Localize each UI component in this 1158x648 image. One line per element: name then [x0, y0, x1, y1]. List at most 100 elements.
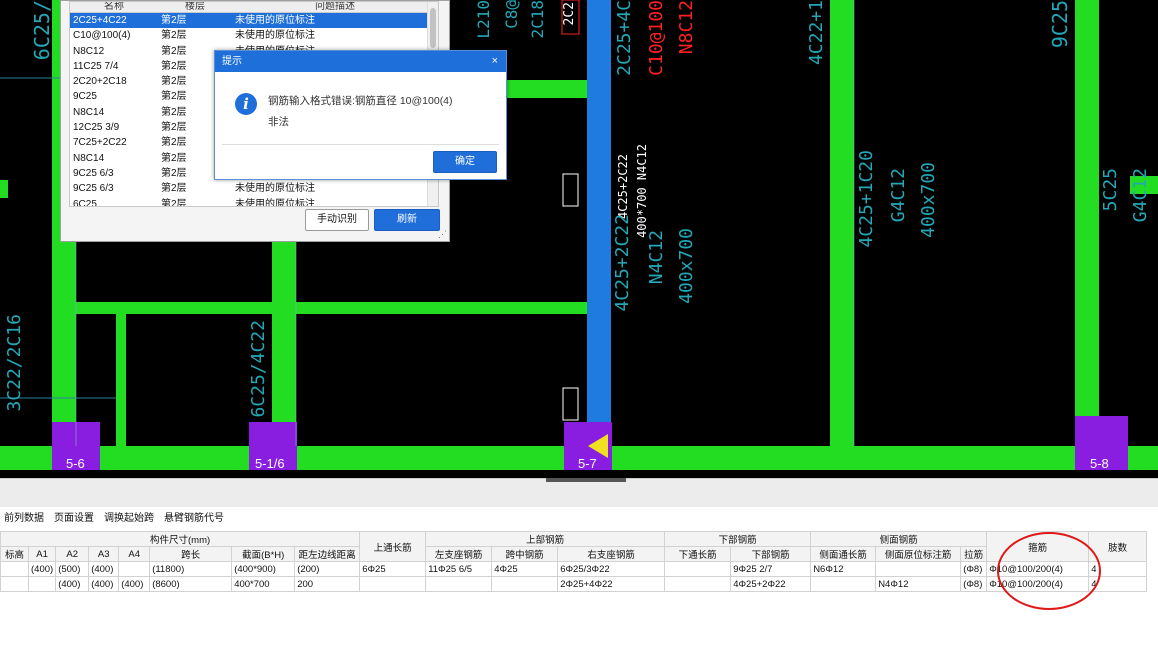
table-row[interactable]: (400) (400) (400) (8600) 400*700 200 2Φ25+4Φ22… [0, 576, 1148, 592]
list-item[interactable]: 6C25 第2层 未使用的原位标注 [70, 197, 438, 206]
list-item-name: N8C12 [73, 45, 105, 57]
beam-annotation: 2C2 [562, 2, 577, 26]
cell-side-through[interactable] [810, 576, 877, 592]
beam-annotation: 6C25/4C22 [248, 320, 269, 418]
beam-annotation: 4C22+1 [806, 0, 827, 66]
list-item[interactable]: 9C25 6/3 第2层 未使用的原位标注 [70, 181, 438, 196]
cell-bot-through[interactable] [664, 561, 732, 577]
list-header: 名称 楼层 问题描述 [70, 2, 438, 13]
ok-button[interactable]: 确定 [433, 151, 497, 173]
cell-elev[interactable] [0, 561, 29, 577]
cell-a4[interactable]: (400) [118, 576, 151, 592]
cell-section[interactable]: (400*900) [231, 561, 296, 577]
group-header-dims: 构件尺寸(mm) [0, 531, 361, 547]
cell-a1[interactable]: (400) [27, 561, 57, 577]
sub-header: 标高 [0, 546, 29, 562]
list-item-name: 9C25 6/3 [73, 167, 114, 179]
list-item-desc: 未使用的原位标注 [235, 15, 315, 26]
cell-top-through[interactable]: 6Φ25 [359, 561, 427, 577]
sub-header: 截面(B*H) [231, 546, 296, 562]
cell-a1[interactable] [27, 576, 57, 592]
cell-dist[interactable]: (200) [294, 561, 361, 577]
cell-side-through[interactable]: N6Φ12 [810, 561, 877, 577]
resize-grip-icon[interactable]: ⋰ [438, 229, 447, 240]
dialog-message-line: 钢筋输入格式错误:钢筋直径 10@100(4) [268, 95, 453, 107]
cell-section[interactable]: 400*700 [231, 576, 296, 592]
sub-header: 下通长筋 [664, 546, 732, 562]
cell-bot[interactable]: 4Φ25+2Φ22 [730, 576, 812, 592]
info-icon: i [235, 93, 257, 115]
beam-annotation: 5C25 [1100, 168, 1121, 212]
close-icon[interactable]: × [492, 51, 498, 72]
menu-item-column-data[interactable]: 前列数据 [4, 508, 44, 530]
group-header-side: 侧面钢筋 [810, 531, 988, 547]
cell-dist[interactable]: 200 [294, 576, 361, 592]
cell-a2[interactable]: (400) [55, 576, 90, 592]
beam-annotation: N8C12 [676, 0, 697, 55]
beam-annotation: 400x700 [676, 228, 697, 304]
list-item-name: 9C25 [73, 91, 97, 103]
cell-span[interactable]: (8600) [149, 576, 233, 592]
menu-item-page-setup[interactable]: 页面设置 [54, 508, 94, 530]
header-name: 名称 [104, 1, 124, 12]
cell-a3[interactable]: (400) [88, 576, 120, 592]
cell-a3[interactable]: (400) [88, 561, 120, 577]
list-item-name: C10@100(4) [73, 30, 131, 42]
cell-elev[interactable] [0, 576, 29, 592]
manual-identify-button[interactable]: 手动识别 [305, 209, 369, 231]
cell-span[interactable]: (11800) [149, 561, 233, 577]
list-item-name: 9C25 6/3 [73, 183, 114, 195]
cell-tie[interactable]: (Φ8) [960, 561, 988, 577]
cell-top-through[interactable] [359, 576, 427, 592]
dialog-message: 钢筋输入格式错误:钢筋直径 10@100(4) 非法 [268, 91, 453, 133]
sub-header: A4 [118, 546, 151, 562]
dialog-title-bar: 提示 × [215, 51, 506, 72]
red-highlight-circle [997, 532, 1101, 610]
beam-annotation: 2C18 [528, 0, 547, 39]
beam-annotation: 4C25+1C20 [856, 150, 877, 248]
list-item-floor: 第2层 [161, 183, 187, 195]
sub-header: 侧面原位标注筋 [875, 546, 962, 562]
beam-annotation: N4C12 [646, 230, 667, 285]
dialog-divider [222, 144, 499, 145]
cell-side-orig[interactable] [875, 561, 962, 577]
cell-left[interactable]: 11Φ25 6/5 [425, 561, 493, 577]
beam-annotation: G4C12 [888, 168, 909, 223]
cell-tie[interactable]: (Φ8) [960, 576, 988, 592]
beam-annotation: C8@ [502, 0, 521, 29]
list-item[interactable]: C10@100(4) 第2层 未使用的原位标注 [70, 28, 438, 43]
horizontal-scrollbar[interactable] [546, 478, 626, 482]
cell-bot-through[interactable] [664, 576, 732, 592]
sub-header: 距左边线距离 [294, 546, 361, 562]
dialog-title: 提示 [222, 56, 242, 67]
cell-bot[interactable]: 9Φ25 2/7 [730, 561, 812, 577]
list-item-floor: 第2层 [161, 30, 187, 42]
cell-a2[interactable]: (500) [55, 561, 90, 577]
refresh-button[interactable]: 刷新 [374, 209, 440, 231]
column-label: 5-1/6 [255, 456, 285, 471]
sub-header: 右支座钢筋 [557, 546, 666, 562]
cell-mid[interactable]: 4Φ25 [491, 561, 559, 577]
cell-right[interactable]: 6Φ25/3Φ22 [557, 561, 666, 577]
menu-item-swap-start-span[interactable]: 调换起始跨 [104, 508, 154, 530]
beam-annotation: 4C25+2C22 [616, 154, 630, 220]
list-item-floor: 第2层 [161, 15, 187, 26]
group-header-top: 上部钢筋 [425, 531, 666, 547]
list-item[interactable]: 2C25+4C22 第2层 未使用的原位标注 [70, 13, 438, 29]
list-item-desc: 未使用的原位标注 [235, 30, 315, 42]
header-floor: 楼层 [185, 1, 205, 12]
sub-header: A1 [27, 546, 57, 562]
cell-right[interactable]: 2Φ25+4Φ22 [557, 576, 666, 592]
sub-header: 跨中钢筋 [491, 546, 559, 562]
bottom-panel: 前列数据 页面设置 调换起始跨 悬臂钢筋代号 构件尺寸(mm) 上通长筋 上部钢… [0, 478, 1158, 648]
sub-header: 侧面通长筋 [810, 546, 877, 562]
beam-annotation: 3C22/2C16 [4, 314, 25, 412]
cell-side-orig[interactable]: N4Φ12 [875, 576, 962, 592]
beam-annotation: 400*700 N4C12 [635, 144, 649, 238]
menu-item-cantilever-code[interactable]: 悬臂钢筋代号 [164, 508, 224, 530]
cell-left[interactable] [425, 576, 493, 592]
beam-annotation: L210 [474, 0, 493, 39]
cell-a4[interactable] [118, 561, 151, 577]
cell-mid[interactable] [491, 576, 559, 592]
table-row[interactable]: (400) (500) (400) (11800) (400*900) (200) 6Φ25… [0, 561, 1148, 577]
